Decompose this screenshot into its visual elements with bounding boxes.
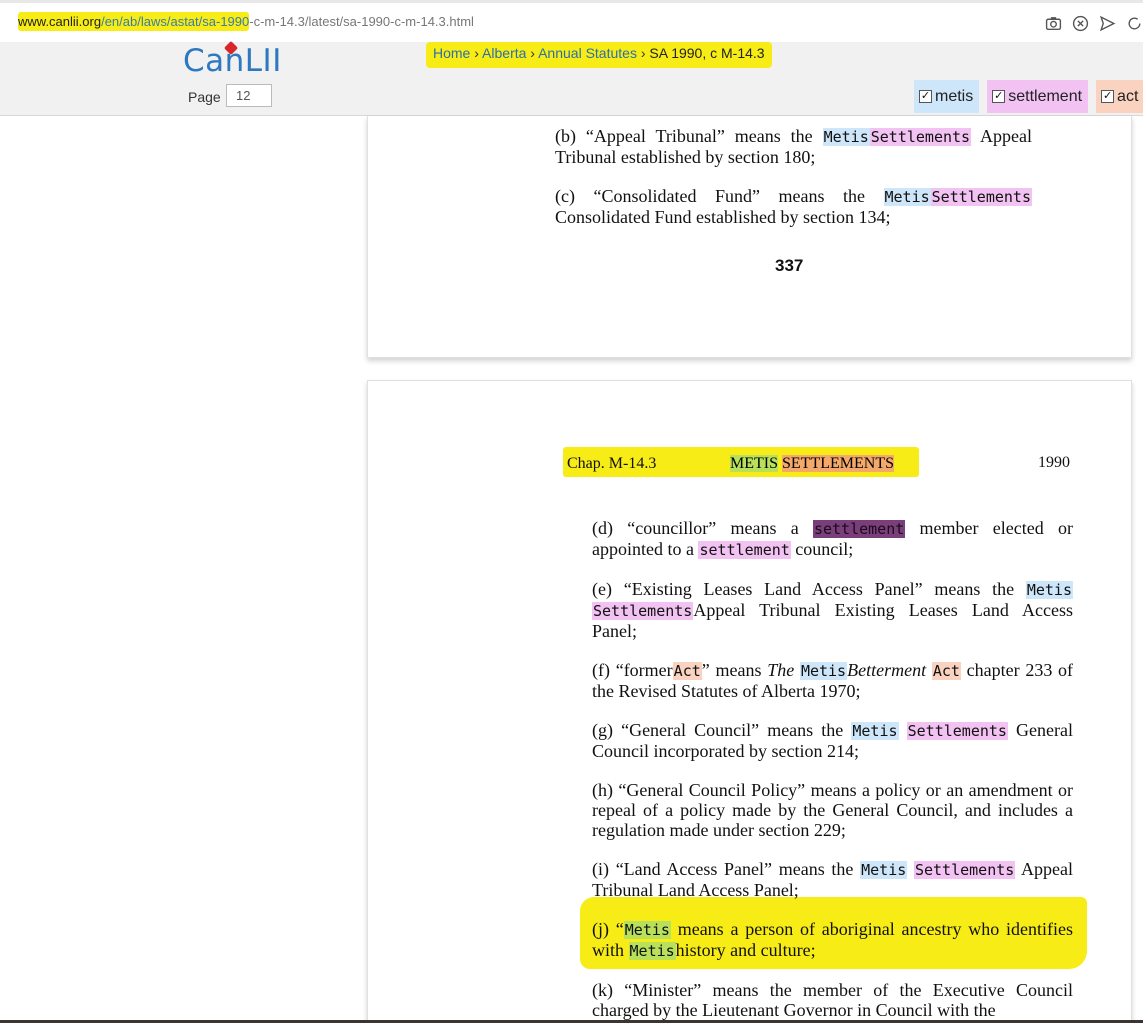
- breadcrumb-annual-statutes[interactable]: Annual Statutes: [538, 45, 637, 61]
- page-337-text: (b) “Appeal Tribunal” means the Metis Set…: [555, 126, 1032, 246]
- definition-h: (h) “General Council Policy” means a pol…: [592, 780, 1073, 840]
- definition-d: (d) “councillor” means a settlement memb…: [592, 518, 1073, 559]
- chip-act[interactable]: ✓ act: [1096, 80, 1143, 113]
- breadcrumb-alberta[interactable]: Alberta: [482, 45, 526, 61]
- url-path-rest: -c-m-14.3/latest/sa-1990-c-m-14.3.html: [249, 14, 474, 29]
- send-icon[interactable]: [1099, 15, 1116, 32]
- url-text[interactable]: www.canlii.org/en/ab/laws/astat/sa-1990-…: [18, 12, 474, 31]
- page-number-input[interactable]: [226, 84, 272, 107]
- chip-settlement[interactable]: ✓ settlement: [987, 80, 1089, 113]
- definition-c: (c) “Consolidated Fund” means the Metis S…: [555, 186, 1032, 227]
- definition-k: (k) “Minister” means the member of the E…: [592, 980, 1073, 1020]
- page-number-text: 337: [775, 256, 804, 275]
- camera-icon[interactable]: [1045, 15, 1062, 32]
- breadcrumb-home[interactable]: Home: [433, 45, 470, 61]
- definition-b: (b) “Appeal Tribunal” means the Metis Set…: [555, 126, 1032, 167]
- breadcrumb-current[interactable]: SA 1990, c M-14.3: [649, 45, 764, 61]
- statute-title: METIS SETTLEMENTS: [730, 455, 894, 472]
- page-label: Page: [188, 89, 221, 105]
- url-domain: www.canlii.org: [18, 14, 102, 29]
- url-path-highlighted: /en/ab/laws/astat/sa-1990: [101, 14, 250, 29]
- checkbox-icon[interactable]: ✓: [992, 90, 1006, 103]
- definition-j: (j) “Metis means a person of aboriginal …: [592, 919, 1074, 960]
- checkbox-icon[interactable]: ✓: [1101, 90, 1115, 103]
- definition-g: (g) “General Council” means the Metis Se…: [592, 720, 1074, 761]
- year-label: 1990: [1038, 454, 1070, 471]
- breadcrumb: Home › Alberta › Annual Statutes › SA 19…: [426, 42, 772, 68]
- close-circle-icon[interactable]: [1072, 15, 1089, 32]
- chip-metis[interactable]: ✓ metis: [914, 80, 980, 113]
- definition-i: (i) “Land Access Panel” means the Metis …: [592, 859, 1074, 900]
- definition-e: (e) “Existing Leases Land Access Panel” …: [592, 579, 1073, 641]
- site-header: CanLII Page Home › Alberta › Annual Stat…: [0, 40, 1143, 116]
- definition-f: (f) “formerAct” means The MetisBettermen…: [592, 660, 1074, 701]
- refresh-icon[interactable]: [1126, 15, 1143, 32]
- address-bar[interactable]: www.canlii.org/en/ab/laws/astat/sa-1990-…: [0, 0, 1143, 42]
- chapter-label: Chap. M-14.3: [567, 455, 657, 472]
- search-term-chips: ✓ metis ✓ settlement ✓ act: [914, 80, 1143, 113]
- page-338-text: (d) “councillor” means a settlement memb…: [592, 518, 1073, 1023]
- checkbox-icon[interactable]: ✓: [919, 90, 932, 103]
